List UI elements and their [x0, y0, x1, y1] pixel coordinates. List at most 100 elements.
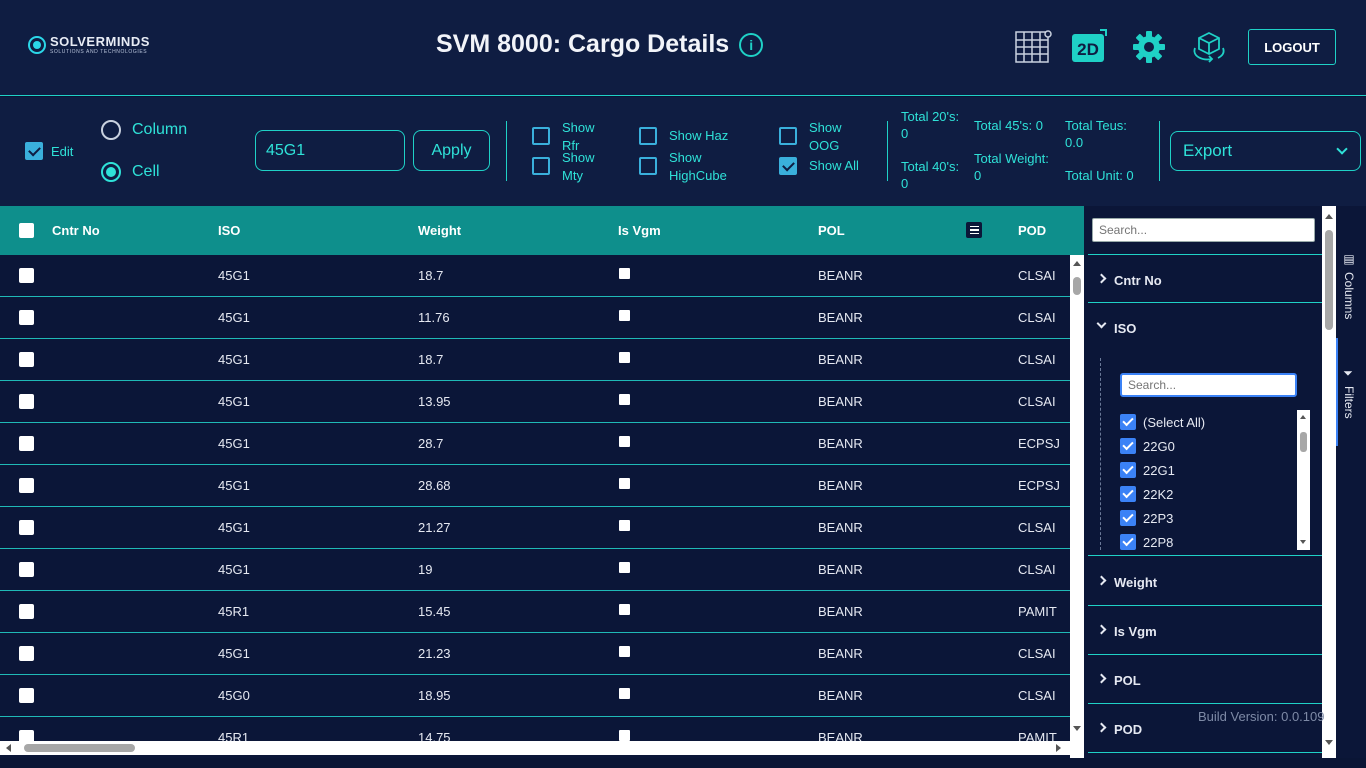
cell-iso[interactable]: 45G0	[218, 688, 250, 703]
cell-pod[interactable]: CLSAI	[1018, 520, 1056, 535]
cell-is-vgm-checkbox[interactable]	[619, 436, 630, 447]
cell-weight[interactable]: 18.7	[418, 268, 443, 283]
apply-button[interactable]: Apply	[413, 130, 490, 171]
cell-is-vgm-checkbox[interactable]	[619, 562, 630, 573]
cell-is-vgm-checkbox[interactable]	[619, 478, 630, 489]
table-row[interactable]: 45G1 18.7 BEANR CLSAI	[0, 255, 1070, 297]
grid-horizontal-scrollbar[interactable]	[0, 741, 1070, 755]
cell-pol[interactable]: BEANR	[818, 688, 863, 703]
table-row[interactable]: 45G1 21.27 BEANR CLSAI	[0, 507, 1070, 549]
edit-checkbox[interactable]	[25, 142, 43, 160]
iso-option[interactable]: 22P8	[1120, 530, 1173, 550]
cell-pol[interactable]: BEANR	[818, 352, 863, 367]
cell-iso[interactable]: 45G1	[218, 436, 250, 451]
row-checkbox[interactable]	[19, 688, 34, 703]
cell-weight[interactable]: 15.45	[418, 604, 451, 619]
table-row[interactable]: 45G1 28.68 BEANR ECPSJ	[0, 465, 1070, 507]
select-all-checkbox[interactable]	[19, 223, 34, 238]
iso-list-scrollbar[interactable]	[1297, 410, 1310, 550]
cell-pol[interactable]: BEANR	[818, 604, 863, 619]
cell-pol[interactable]: BEANR	[818, 394, 863, 409]
cell-pod[interactable]: CLSAI	[1018, 310, 1056, 325]
show-highcube-checkbox[interactable]	[639, 157, 657, 175]
cell-iso[interactable]: 45G1	[218, 268, 250, 283]
tab-columns[interactable]: ▤ Columns	[1342, 252, 1356, 319]
export-dropdown[interactable]: Export	[1170, 131, 1361, 171]
logout-button[interactable]: LOGOUT	[1248, 29, 1336, 65]
cell-pod[interactable]: CLSAI	[1018, 394, 1056, 409]
table-row[interactable]: 45G1 28.7 BEANR ECPSJ	[0, 423, 1070, 465]
column-search-input[interactable]	[1092, 218, 1315, 242]
iso-option[interactable]: 22P3	[1120, 506, 1173, 530]
cell-iso[interactable]: 45G1	[218, 520, 250, 535]
cell-pod[interactable]: ECPSJ	[1018, 478, 1060, 493]
cell-weight[interactable]: 13.95	[418, 394, 451, 409]
grid-view-icon[interactable]	[1014, 28, 1052, 66]
cell-pol[interactable]: BEANR	[818, 478, 863, 493]
cell-is-vgm-checkbox[interactable]	[619, 310, 630, 321]
cell-weight[interactable]: 28.68	[418, 478, 451, 493]
cell-is-vgm-checkbox[interactable]	[619, 730, 630, 741]
cell-iso[interactable]: 45G1	[218, 310, 250, 325]
column-menu-icon[interactable]	[966, 222, 982, 238]
table-row[interactable]: 45G1 18.7 BEANR CLSAI	[0, 339, 1070, 381]
row-checkbox[interactable]	[19, 352, 34, 367]
column-header-weight[interactable]: Weight	[418, 223, 461, 238]
cell-iso[interactable]: 45G1	[218, 478, 250, 493]
side-panel-scrollbar[interactable]	[1322, 206, 1336, 758]
row-checkbox[interactable]	[19, 268, 34, 283]
cell-iso[interactable]: 45G1	[218, 394, 250, 409]
gear-icon[interactable]	[1130, 28, 1168, 66]
column-header-cntr-no[interactable]: Cntr No	[52, 223, 100, 238]
cell-is-vgm-checkbox[interactable]	[619, 688, 630, 699]
section-cntr-no[interactable]: Cntr No	[1088, 254, 1322, 303]
tab-filters[interactable]: ⏷ Filters	[1342, 368, 1356, 419]
section-pol[interactable]: POL	[1088, 655, 1322, 704]
cell-iso[interactable]: 45G1	[218, 646, 250, 661]
show-haz-checkbox[interactable]	[639, 127, 657, 145]
cell-iso[interactable]: 45R1	[218, 604, 249, 619]
cell-pol[interactable]: BEANR	[818, 520, 863, 535]
show-all-checkbox[interactable]	[779, 157, 797, 175]
row-checkbox[interactable]	[19, 562, 34, 577]
row-checkbox[interactable]	[19, 394, 34, 409]
table-row[interactable]: 45G0 18.95 BEANR CLSAI	[0, 675, 1070, 717]
iso-option[interactable]: (Select All)	[1120, 410, 1205, 434]
section-iso[interactable]: ISO	[1088, 303, 1322, 352]
iso-search-input[interactable]	[1120, 373, 1297, 397]
cell-weight[interactable]: 28.7	[418, 436, 443, 451]
show-rfr-checkbox[interactable]	[532, 127, 550, 145]
cell-weight[interactable]: 21.27	[418, 520, 451, 535]
table-row[interactable]: 45G1 21.23 BEANR CLSAI	[0, 633, 1070, 675]
row-checkbox[interactable]	[19, 310, 34, 325]
cell-pod[interactable]: CLSAI	[1018, 562, 1056, 577]
row-checkbox[interactable]	[19, 436, 34, 451]
row-checkbox[interactable]	[19, 478, 34, 493]
cell-pol[interactable]: BEANR	[818, 562, 863, 577]
cell-pol[interactable]: BEANR	[818, 310, 863, 325]
cell-weight[interactable]: 18.7	[418, 352, 443, 367]
row-checkbox[interactable]	[19, 520, 34, 535]
cell-weight[interactable]: 18.95	[418, 688, 451, 703]
show-oog-checkbox[interactable]	[779, 127, 797, 145]
column-header-is-vgm[interactable]: Is Vgm	[618, 223, 661, 238]
cell-iso[interactable]: 45G1	[218, 352, 250, 367]
cell-pol[interactable]: BEANR	[818, 646, 863, 661]
cell-pod[interactable]: CLSAI	[1018, 352, 1056, 367]
cell-pod[interactable]: ECPSJ	[1018, 436, 1060, 451]
section-is-vgm[interactable]: Is Vgm	[1088, 606, 1322, 655]
cell-is-vgm-checkbox[interactable]	[619, 352, 630, 363]
cell-is-vgm-checkbox[interactable]	[619, 394, 630, 405]
iso-option[interactable]: 22K2	[1120, 482, 1173, 506]
cell-is-vgm-checkbox[interactable]	[619, 604, 630, 615]
cell-weight[interactable]: 21.23	[418, 646, 451, 661]
cell-radio[interactable]	[101, 162, 121, 182]
cell-pol[interactable]: BEANR	[818, 268, 863, 283]
grid-vertical-scrollbar[interactable]	[1070, 255, 1084, 758]
row-checkbox[interactable]	[19, 604, 34, 619]
column-header-pod[interactable]: POD	[1018, 223, 1046, 238]
cell-pod[interactable]: PAMIT	[1018, 604, 1057, 619]
3d-view-icon[interactable]	[1190, 28, 1228, 66]
cell-pod[interactable]: CLSAI	[1018, 268, 1056, 283]
table-row[interactable]: 45G1 19 BEANR CLSAI	[0, 549, 1070, 591]
